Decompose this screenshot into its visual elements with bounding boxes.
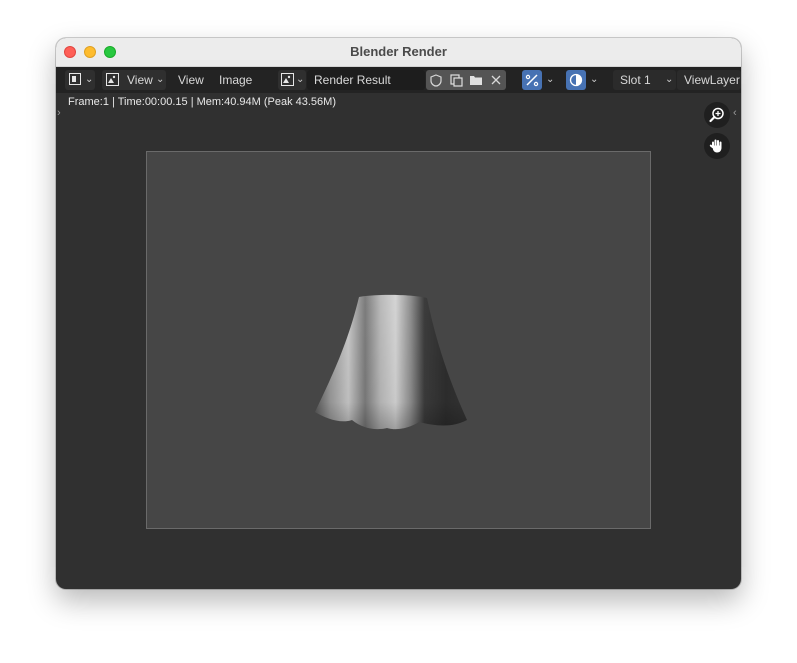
render-stats-text: Frame:1 | Time:00:00.15 | Mem:40.94M (Pe… [68, 96, 336, 108]
sample-tool-button[interactable] [522, 70, 542, 90]
title-bar: Blender Render [56, 38, 741, 67]
browse-image-button[interactable]: ⌄ [278, 70, 306, 90]
unlink-image-button[interactable] [486, 70, 506, 90]
chevron-down-icon: ⌄ [156, 74, 165, 85]
sample-icon [525, 74, 539, 87]
fake-user-icon [430, 73, 442, 87]
rendered-cloth-image [315, 294, 467, 430]
hand-icon [709, 139, 722, 153]
chevron-down-icon: ⌄ [296, 74, 305, 85]
render-slot-label: Slot 1 [620, 73, 651, 87]
image-editor-icon [69, 73, 81, 85]
chevron-down-icon: ⌄ [85, 74, 94, 85]
duplicate-button[interactable] [446, 70, 466, 90]
pan-view-button[interactable] [704, 133, 730, 159]
display-channels-button[interactable] [566, 70, 586, 90]
chevron-down-icon: ⌄ [546, 74, 555, 85]
image-icon [281, 73, 294, 86]
fake-user-button[interactable] [426, 70, 446, 90]
zoom-icon [709, 107, 724, 123]
sample-options-dropdown[interactable]: ⌄ [543, 70, 559, 90]
blender-render-window: Blender Render ⌄ View ⌄ View Image ⌄ Ren… [56, 38, 741, 589]
render-result-canvas[interactable] [146, 151, 651, 529]
image-icon [106, 73, 119, 86]
view-mode-dropdown[interactable]: View ⌄ [102, 70, 166, 90]
display-channels-dropdown[interactable]: ⌄ [587, 70, 603, 90]
close-icon [491, 75, 501, 85]
color-channels-icon [569, 73, 583, 87]
duplicate-icon [449, 73, 463, 87]
image-name-field[interactable]: Render Result [307, 70, 425, 90]
editor-type-button[interactable]: ⌄ [65, 70, 95, 90]
render-layer-label: ViewLayer [684, 73, 740, 87]
sidebar-expand-arrow-icon[interactable]: ‹ [733, 107, 737, 119]
zoom-view-button[interactable] [704, 102, 730, 128]
view-mode-label: View [127, 73, 153, 87]
window-title: Blender Render [350, 44, 447, 59]
chevron-down-icon: ⌄ [665, 74, 674, 85]
render-layer-dropdown[interactable]: ViewLayer [677, 70, 741, 90]
render-slot-dropdown[interactable]: Slot 1 ⌄ [613, 70, 676, 90]
image-menu[interactable]: Image [219, 70, 252, 90]
toolbar-expand-arrow-icon[interactable]: › [57, 107, 61, 119]
open-image-button[interactable] [466, 70, 486, 90]
image-editor-header: ⌄ View ⌄ View Image ⌄ Render Result ⌄ ⌄ … [56, 67, 741, 93]
view-menu[interactable]: View [178, 70, 204, 90]
chevron-down-icon: ⌄ [590, 74, 599, 85]
folder-icon [470, 76, 482, 85]
